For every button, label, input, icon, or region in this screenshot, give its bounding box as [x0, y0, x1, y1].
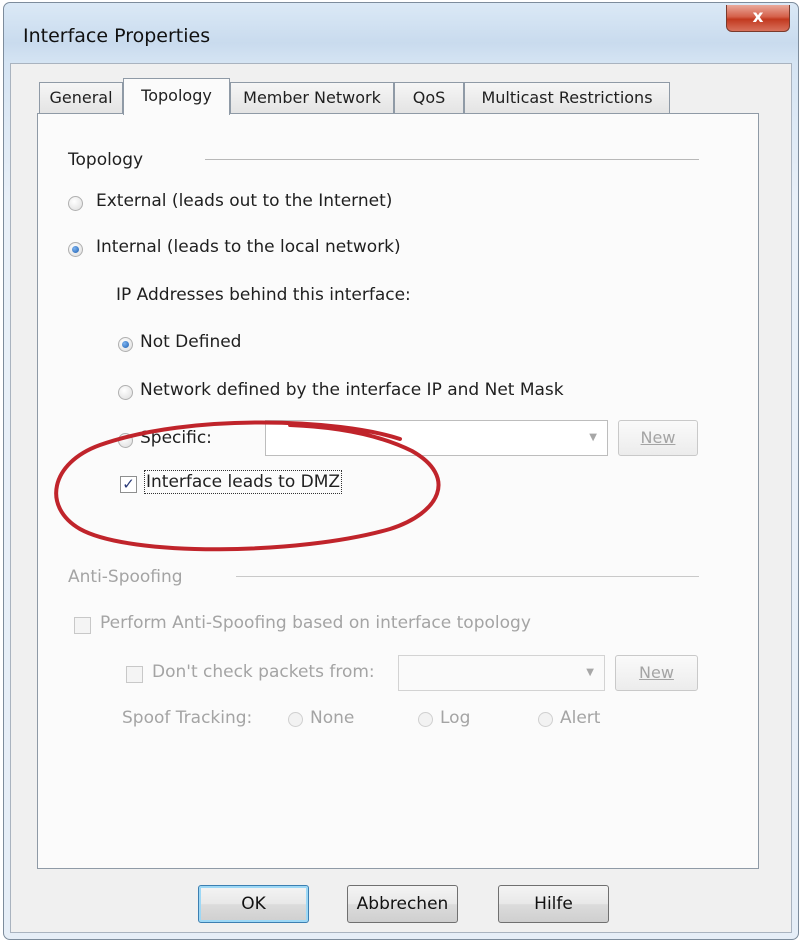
not-defined-label[interactable]: Not Defined	[140, 332, 241, 352]
dmz-checkbox[interactable]: ✓	[120, 476, 137, 493]
anti-spoofing-section-title: Anti-Spoofing	[68, 567, 183, 587]
topology-panel: Topology External (leads out to the Inte…	[37, 113, 759, 869]
window-title: Interface Properties	[23, 25, 211, 47]
perform-anti-spoofing-checkbox[interactable]	[74, 617, 91, 634]
spoof-tracking-label: Spoof Tracking:	[122, 708, 253, 728]
spoof-alert-label[interactable]: Alert	[560, 708, 600, 728]
close-button[interactable]: x	[726, 5, 790, 32]
interface-properties-dialog: Interface Properties x General Topology …	[3, 2, 799, 940]
tab-topology[interactable]: Topology	[123, 78, 230, 115]
ok-button[interactable]: OK	[198, 885, 309, 923]
dmz-label[interactable]: Interface leads to DMZ	[143, 470, 343, 494]
not-defined-radio[interactable]	[118, 337, 133, 352]
internal-label[interactable]: Internal (leads to the local network)	[96, 237, 401, 257]
external-label[interactable]: External (leads out to the Internet)	[96, 191, 392, 211]
spoof-none-radio[interactable]	[288, 712, 303, 727]
dont-check-checkbox[interactable]	[126, 666, 143, 683]
tab-general[interactable]: General	[39, 82, 123, 114]
help-button[interactable]: Hilfe	[498, 885, 609, 923]
cancel-button[interactable]: Abbrechen	[347, 885, 458, 923]
title-bar: Interface Properties x	[4, 3, 798, 63]
internal-radio[interactable]	[68, 242, 83, 257]
external-radio[interactable]	[68, 196, 83, 211]
dont-check-new-button[interactable]: New	[615, 655, 698, 691]
network-defined-radio[interactable]	[118, 385, 133, 400]
topology-section-title: Topology	[68, 150, 144, 170]
tab-qos[interactable]: QoS	[394, 82, 464, 114]
specific-label[interactable]: Specific:	[140, 428, 212, 448]
tab-multicast-restrictions[interactable]: Multicast Restrictions	[464, 82, 670, 114]
dont-check-dropdown[interactable]: ▼	[398, 655, 605, 691]
perform-anti-spoofing-label[interactable]: Perform Anti-Spoofing based on interface…	[100, 613, 531, 633]
anti-spoofing-separator	[236, 576, 699, 577]
spoof-alert-radio[interactable]	[538, 712, 553, 727]
network-defined-label[interactable]: Network defined by the interface IP and …	[140, 380, 564, 400]
specific-radio[interactable]	[118, 433, 133, 448]
specific-dropdown[interactable]: ▼	[265, 420, 608, 456]
topology-separator	[205, 159, 699, 160]
chevron-down-icon: ▼	[589, 432, 597, 443]
chevron-down-icon: ▼	[586, 667, 594, 678]
dont-check-label[interactable]: Don't check packets from:	[152, 662, 375, 682]
spoof-log-radio[interactable]	[418, 712, 433, 727]
ip-addresses-heading: IP Addresses behind this interface:	[116, 285, 411, 305]
specific-new-button[interactable]: New	[618, 420, 698, 456]
spoof-none-label[interactable]: None	[310, 708, 354, 728]
tab-member-network[interactable]: Member Network	[230, 82, 394, 114]
dialog-body: General Topology Member Network QoS Mult…	[10, 63, 792, 933]
spoof-log-label[interactable]: Log	[440, 708, 470, 728]
